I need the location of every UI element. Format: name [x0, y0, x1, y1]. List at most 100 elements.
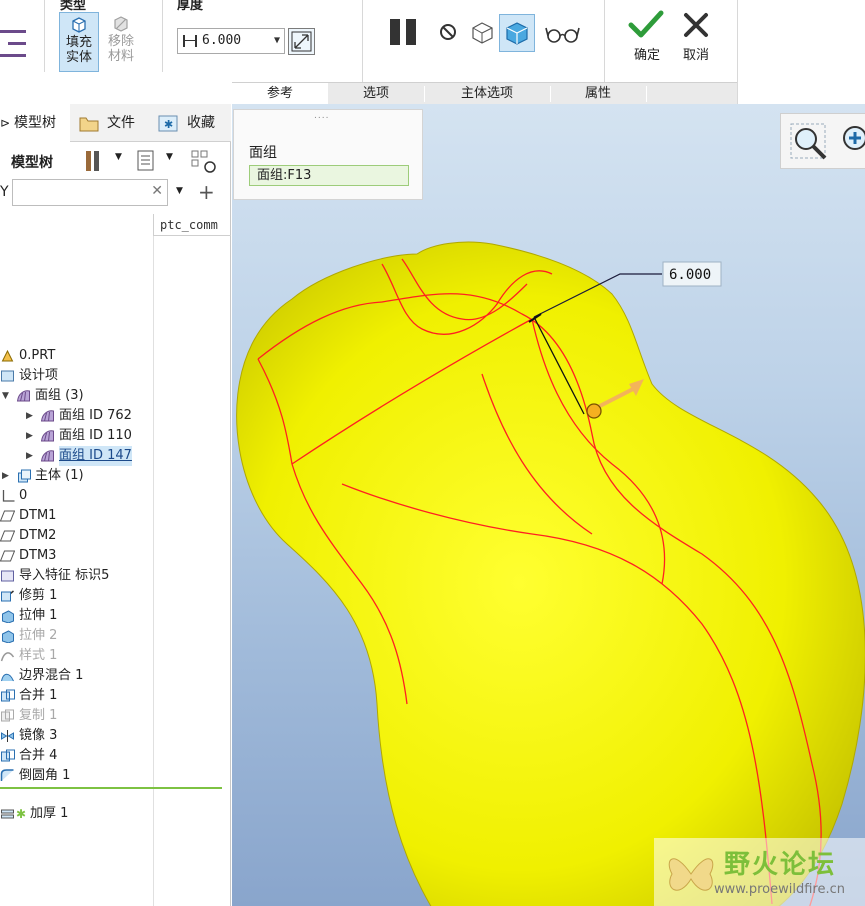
quilt-collector[interactable]: 面组:F13: [249, 165, 409, 186]
plane-icon: [0, 550, 15, 562]
show-hide-icon[interactable]: [190, 148, 218, 174]
thickened-solid[interactable]: [236, 241, 865, 906]
chevron-down-icon[interactable]: ▼: [274, 29, 280, 53]
graphics-window[interactable]: 6.000 野火论坛 www.proewildfire.cn: [232, 104, 865, 906]
fill-solid-label-1: 填充: [65, 35, 92, 50]
tree-item[interactable]: 样式 1: [0, 646, 152, 666]
model-view[interactable]: 6.000: [232, 104, 865, 906]
chevron-down-icon[interactable]: ▼: [115, 152, 122, 162]
tree-item[interactable]: 合并 1: [0, 686, 152, 706]
tree-item[interactable]: 拉伸 2: [0, 626, 152, 646]
remove-material-label-2: 材料: [107, 49, 134, 64]
tree-item-label: 0: [19, 488, 28, 503]
tree-filter-input[interactable]: ✕: [12, 179, 168, 206]
tree-item[interactable]: 复制 1: [0, 706, 152, 726]
thicken-icon: [1, 809, 14, 819]
tree-item[interactable]: 0: [0, 486, 152, 506]
remove-material-button[interactable]: 移除 材料: [101, 12, 141, 72]
tree-item[interactable]: 加厚 1 ✱: [0, 804, 152, 824]
quilt-collector-value: 面组:F13: [257, 168, 312, 183]
tree-item[interactable]: ▶ 面组 ID 147: [0, 446, 152, 466]
filter-icon: Y: [0, 184, 9, 200]
tree-item[interactable]: 导入特征 标识5: [0, 566, 152, 586]
column-header[interactable]: ptc_comm: [153, 214, 231, 236]
references-label: 面组: [249, 145, 277, 161]
tab-favorites-label: 收藏: [187, 115, 215, 131]
tree-item[interactable]: ▼ 面组 (3): [0, 386, 152, 406]
tab-references[interactable]: 参考: [232, 83, 328, 105]
panel-grip[interactable]: ....: [314, 111, 329, 121]
tree-item[interactable]: 拉伸 1: [0, 606, 152, 626]
wireframe-preview-icon: [472, 22, 493, 44]
glasses-preview-button[interactable]: [543, 14, 583, 52]
trim-icon: [1, 590, 14, 602]
svg-text:✱: ✱: [164, 118, 173, 131]
tree-item[interactable]: 镜像 3: [0, 726, 152, 746]
tree-item[interactable]: 倒圆角 1: [0, 766, 152, 786]
butterfly-logo-icon: [668, 858, 714, 891]
mirror-icon: [0, 730, 14, 742]
dimension-value[interactable]: 6.000: [669, 267, 711, 283]
chevron-down-icon[interactable]: ▼: [166, 152, 173, 162]
chevron-down-icon[interactable]: ▼: [176, 186, 183, 196]
separate-preview-button[interactable]: [465, 14, 501, 52]
insert-marker-icon: ✱: [16, 807, 27, 821]
tab-model-tree[interactable]: ⊳ 模型树: [0, 104, 70, 142]
group-separator: [162, 0, 163, 72]
expand-icon[interactable]: ▶: [2, 466, 9, 486]
tab-files-label: 文件: [107, 115, 135, 131]
tree-item-label: 镜像 3: [19, 728, 58, 743]
tree-item[interactable]: 边界混合 1: [0, 666, 152, 686]
tree-item[interactable]: 设计项: [0, 366, 152, 386]
zoom-fit-icon[interactable]: [789, 122, 829, 162]
import-icon: [1, 570, 14, 582]
tree-item-label: 拉伸 2: [19, 628, 58, 643]
add-icon[interactable]: +: [198, 180, 215, 204]
thickness-input[interactable]: 6.000 ▼: [177, 28, 285, 54]
tree-item-label: DTM1: [19, 508, 57, 523]
tree-item[interactable]: 修剪 1: [0, 586, 152, 606]
tree-item[interactable]: DTM3: [0, 546, 152, 566]
collapse-icon[interactable]: ▼: [2, 386, 9, 406]
tree-item-label: 加厚 1: [30, 806, 69, 821]
tree-item-label: 倒圆角 1: [19, 768, 71, 783]
thickness-icon: [183, 35, 197, 47]
design-icon: [1, 370, 14, 382]
verify-preview-button[interactable]: [499, 14, 535, 52]
tree-item[interactable]: ▶ 面组 ID 110: [0, 426, 152, 446]
ok-button[interactable]: 确定: [621, 10, 673, 63]
cancel-button[interactable]: 取消: [670, 10, 722, 63]
csys-icon: [2, 490, 15, 502]
cancel-label: 取消: [682, 48, 709, 63]
tree-item[interactable]: ▶ 面组 ID 762: [0, 406, 152, 426]
app-menu-icon[interactable]: [0, 22, 30, 64]
tree-item[interactable]: 0.PRT: [0, 346, 152, 366]
tab-options[interactable]: 选项: [328, 83, 424, 105]
tab-properties[interactable]: 属性: [550, 83, 646, 105]
panel-tabs: ⊳ 模型树 文件 ✱ 收藏: [0, 104, 231, 142]
tab-favorites[interactable]: ✱ 收藏: [156, 104, 231, 142]
remove-material-label-1: 移除: [107, 34, 134, 49]
tree-toolbar: 模型树 ▼ ▼: [0, 144, 231, 178]
flip-direction-button[interactable]: [288, 28, 315, 55]
expand-icon[interactable]: ▶: [26, 406, 33, 426]
tree-item[interactable]: DTM2: [0, 526, 152, 546]
tree-item-label: 修剪 1: [19, 588, 58, 603]
clear-icon[interactable]: ✕: [151, 183, 163, 199]
copy-icon: [1, 709, 14, 722]
expand-icon[interactable]: ▶: [26, 426, 33, 446]
tree-item[interactable]: DTM1: [0, 506, 152, 526]
settings-list-icon[interactable]: [136, 150, 156, 172]
tools-icon[interactable]: [82, 149, 104, 173]
fill-solid-button[interactable]: 填充 实体: [59, 12, 99, 72]
no-preview-button[interactable]: [432, 14, 468, 52]
expand-icon[interactable]: ▶: [26, 446, 33, 466]
tree-item[interactable]: 合并 4: [0, 746, 152, 766]
part-icon: [1, 349, 14, 362]
zoom-in-icon[interactable]: [839, 122, 865, 162]
tree-item[interactable]: ▶ 主体 (1): [0, 466, 152, 486]
tab-body-options[interactable]: 主体选项: [424, 83, 550, 105]
tab-files[interactable]: 文件: [76, 104, 146, 142]
pause-button[interactable]: [386, 14, 422, 52]
insert-here-bar[interactable]: [0, 787, 222, 789]
